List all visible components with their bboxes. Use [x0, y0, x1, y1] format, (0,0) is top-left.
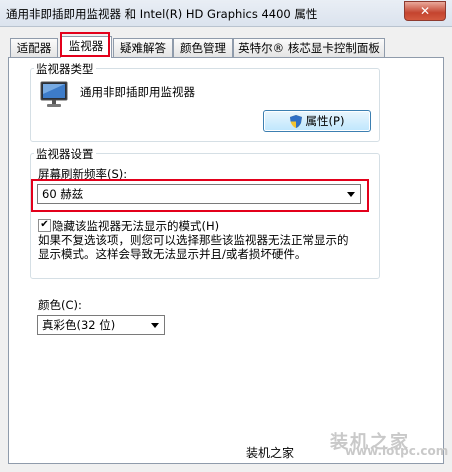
watermark-site-name: 装机之家	[246, 446, 295, 460]
refresh-rate-highlight-box	[31, 179, 369, 212]
hide-modes-label[interactable]: 隐藏该监视器无法显示的模式(H)	[52, 218, 219, 234]
chevron-down-icon	[151, 323, 159, 328]
tab-troubleshoot[interactable]: 疑难解答	[113, 38, 173, 57]
watermark-url: www.lotpc.com	[345, 444, 449, 458]
properties-button-label: 属性(P)	[305, 114, 345, 128]
monitor-settings-label: 监视器设置	[34, 146, 96, 162]
window-title: 通用非即插即用监视器 和 Intel(R) HD Graphics 4400 属…	[6, 7, 318, 21]
color-depth-select[interactable]: 真彩色(32 位)	[37, 315, 165, 335]
description-line-1: 如果不复选该项，则您可以选择那些该监视器无法正常显示的	[38, 233, 349, 247]
hide-modes-checkbox[interactable]: ✔	[38, 219, 51, 232]
uac-shield-icon	[289, 114, 302, 128]
tab-adapter[interactable]: 适配器	[10, 38, 58, 57]
tab-color-management[interactable]: 颜色管理	[173, 38, 233, 57]
monitor-icon	[40, 81, 68, 107]
close-button[interactable]: ✕	[404, 1, 446, 21]
color-depth-value: 真彩色(32 位)	[42, 318, 116, 332]
description-line-2: 显示模式。这样会导致无法显示并且/或者损坏硬件。	[38, 247, 307, 261]
title-bar: 通用非即插即用监视器 和 Intel(R) HD Graphics 4400 属…	[0, 0, 452, 27]
color-label: 颜色(C):	[38, 298, 82, 312]
monitor-name: 通用非即插即用监视器	[80, 85, 195, 99]
tab-highlight-box	[60, 32, 110, 57]
properties-button[interactable]: 属性(P)	[263, 110, 371, 132]
hide-modes-description: 如果不复选该项，则您可以选择那些该监视器无法正常显示的 显示模式。这样会导致无法…	[38, 233, 349, 261]
monitor-type-label: 监视器类型	[34, 61, 96, 77]
tab-intel-control-panel[interactable]: 英特尔® 核芯显卡控制面板	[233, 38, 385, 57]
